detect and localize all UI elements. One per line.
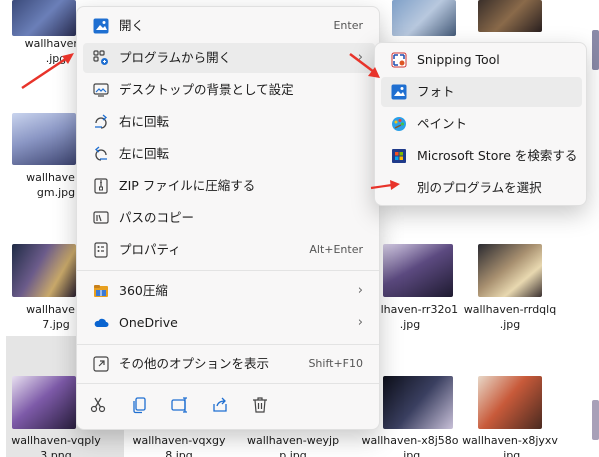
cut-icon (90, 397, 106, 413)
thumbnail-image[interactable] (12, 244, 76, 297)
store-icon (392, 149, 406, 163)
menu-item-rotate-left[interactable]: 左に回転 (83, 139, 375, 169)
file-explorer-view: { "files": [ {"name_line1": "wallhaven-l… (0, 0, 599, 457)
submenu-item-paint[interactable]: ペイント (381, 109, 582, 139)
submenu-item-label: フォト (417, 84, 455, 99)
shortcut-text: Shift+F10 (308, 357, 363, 370)
menu-separator (77, 344, 379, 345)
menu-item-label: プログラムから開く (119, 50, 232, 65)
submenu-item-label: 別のプログラムを選択 (417, 180, 542, 195)
file-name-ext: .jpg (499, 318, 521, 331)
snipping-tool-icon (391, 52, 407, 68)
file-name: wallhaven-vqply (11, 434, 101, 447)
menu-item-open[interactable]: 開く Enter (83, 11, 375, 41)
thumbnail-image[interactable] (592, 30, 599, 70)
menu-item-onedrive[interactable]: OneDrive › (83, 308, 375, 338)
file-name-ext: 3.png (40, 449, 72, 457)
menu-item-360-zip[interactable]: 360圧縮 › (83, 276, 375, 306)
onedrive-icon (94, 318, 109, 327)
copy-icon (133, 397, 146, 414)
menu-item-open-with[interactable]: プログラムから開く › (83, 43, 375, 73)
submenu-item-photos[interactable]: フォト (381, 77, 582, 107)
thumbnail-image[interactable] (12, 0, 76, 36)
thumbnail-image[interactable] (392, 0, 456, 36)
paint-icon (392, 117, 406, 131)
menu-item-label: 右に回転 (119, 114, 170, 129)
file-name-ext: .jpg (499, 449, 521, 457)
submenu-item-label: ペイント (417, 116, 468, 131)
annotation-arrow (21, 53, 74, 90)
menu-item-rotate-right[interactable]: 右に回転 (83, 107, 375, 137)
rename-icon (171, 397, 187, 413)
thumbnail-image[interactable] (478, 376, 542, 429)
menu-item-label: プロパティ (119, 242, 181, 257)
menu-item-label: その他のオプションを表示 (119, 356, 270, 371)
file-name: wallhaven-x8jyxv (462, 434, 558, 447)
share-icon (213, 397, 227, 412)
open-with-submenu: Snipping Tool フォト ペイント Microsoft Store を… (374, 42, 587, 206)
shortcut-text: Alt+Enter (309, 243, 363, 256)
share-button[interactable] (205, 390, 235, 420)
more-options-icon (93, 356, 109, 372)
cut-button[interactable] (83, 390, 113, 420)
menu-item-label: デスクトップの背景として設定 (119, 82, 294, 97)
delete-button[interactable] (245, 390, 275, 420)
photos-icon (391, 84, 407, 100)
copy-button[interactable] (125, 390, 155, 420)
rename-button[interactable] (165, 390, 195, 420)
open-with-icon (93, 50, 108, 65)
photos-icon (93, 18, 109, 34)
copy-path-icon (93, 211, 109, 224)
menu-item-label: 開く (119, 18, 145, 33)
file-name: wallhaven-rrdqlq (463, 303, 557, 316)
menu-item-label: 360圧縮 (119, 283, 168, 298)
file-name: wallhaven-x8j58o (361, 434, 459, 447)
annotation-arrow (349, 53, 380, 78)
thumbnail-image[interactable] (383, 376, 453, 429)
wallpaper-icon (93, 83, 109, 97)
thumbnail-image[interactable] (478, 244, 542, 297)
zip-icon (94, 178, 108, 194)
submenu-item-snipping-tool[interactable]: Snipping Tool (381, 45, 582, 75)
menu-item-more-options[interactable]: その他のオプションを表示 Shift+F10 (83, 349, 375, 379)
delete-icon (253, 397, 267, 413)
menu-separator (77, 270, 379, 271)
file-name: wallhaven-weyjp (246, 434, 340, 447)
menu-item-label: ZIP ファイルに圧縮する (119, 178, 256, 193)
chevron-right-icon: › (357, 283, 363, 298)
shortcut-text: Enter (333, 19, 363, 32)
menu-separator (77, 383, 379, 384)
thumbnail-image[interactable] (592, 400, 599, 440)
menu-item-label: OneDrive (119, 315, 178, 330)
annotation-arrow (370, 180, 400, 190)
menu-item-label: 左に回転 (119, 146, 170, 161)
context-menu: 開く Enter プログラムから開く › デスクトップの背景として設定 右に回転… (76, 6, 380, 430)
properties-icon (94, 242, 108, 258)
file-name-ext: .jpg (399, 449, 421, 457)
rotate-right-icon (95, 114, 108, 129)
file-name: wallhaven-vqxgy (132, 434, 226, 447)
submenu-item-label: Microsoft Store を検索する (417, 148, 578, 163)
menu-item-label: パスのコピー (119, 210, 195, 225)
thumbnail-image[interactable] (12, 113, 76, 165)
thumbnail-image[interactable] (478, 0, 542, 32)
file-name-ext: 8.jpg (165, 449, 193, 457)
menu-item-properties[interactable]: プロパティ Alt+Enter (83, 235, 375, 265)
360-zip-icon (94, 285, 108, 297)
file-name-ext: p.jpg (279, 449, 307, 457)
submenu-item-microsoft-store[interactable]: Microsoft Store を検索する (381, 141, 582, 171)
menu-item-compress-zip[interactable]: ZIP ファイルに圧縮する (83, 171, 375, 201)
menu-item-set-wallpaper[interactable]: デスクトップの背景として設定 (83, 75, 375, 105)
rotate-left-icon (94, 146, 107, 161)
chevron-right-icon: › (357, 315, 363, 330)
thumbnail-image[interactable] (383, 244, 453, 297)
submenu-item-choose-another-app[interactable]: 別のプログラムを選択 (381, 173, 582, 203)
menu-item-copy-path[interactable]: パスのコピー (83, 203, 375, 233)
submenu-item-label: Snipping Tool (417, 52, 500, 67)
thumbnail-image[interactable] (12, 376, 76, 429)
